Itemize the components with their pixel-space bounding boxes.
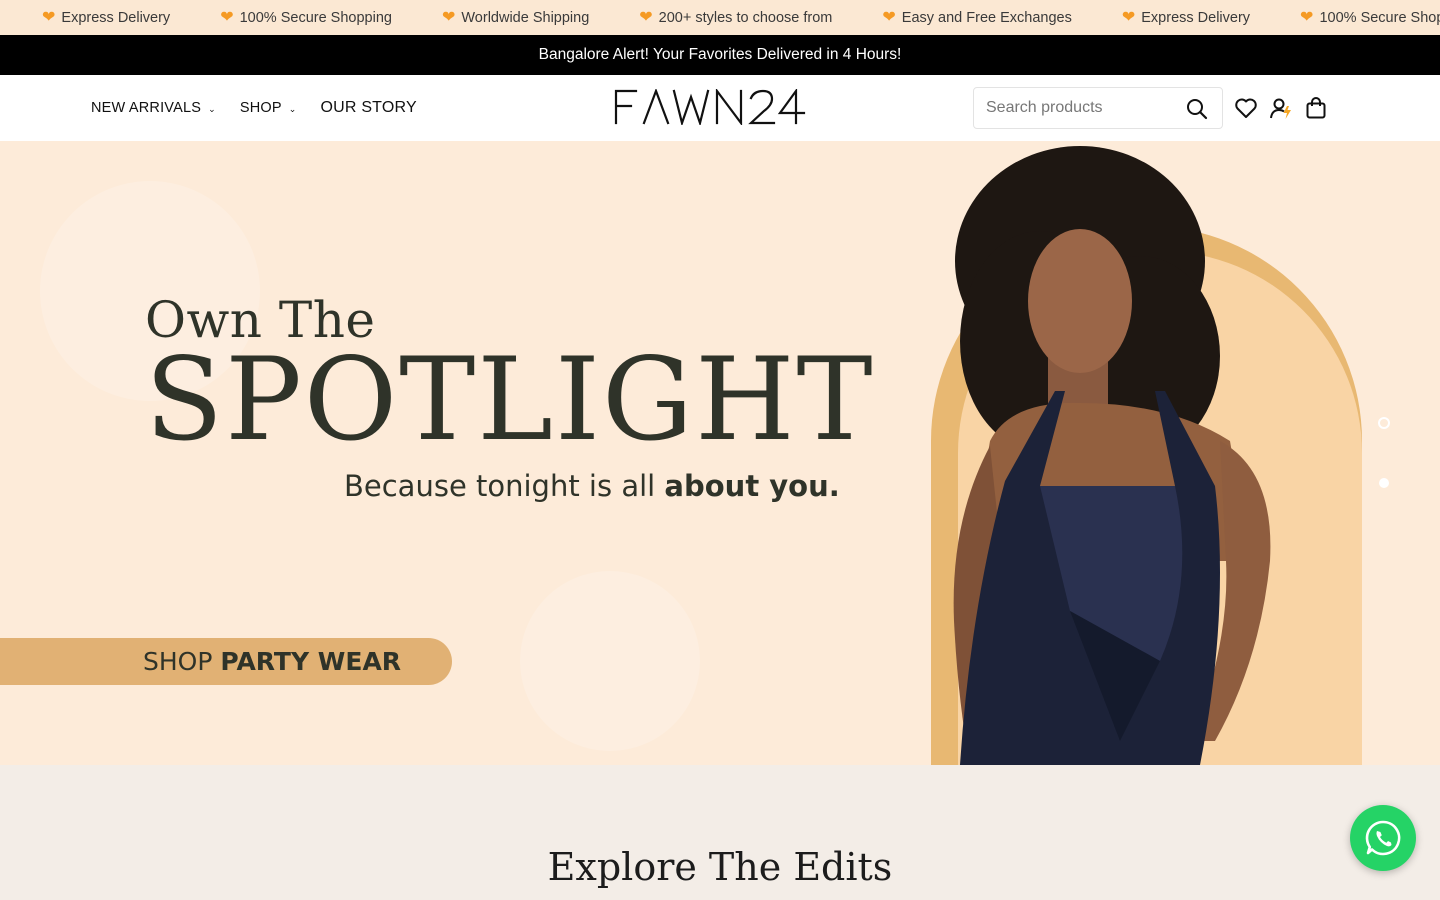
- whatsapp-icon: [1365, 820, 1401, 856]
- wishlist-heart-icon[interactable]: [1234, 96, 1258, 120]
- nav-shop[interactable]: SHOP ⌄: [240, 100, 297, 116]
- site-header: NEW ARRIVALS ⌄ SHOP ⌄ OUR STORY: [0, 75, 1440, 141]
- cart-bag-icon[interactable]: [1304, 96, 1328, 120]
- nav-label: SHOP: [239, 100, 282, 116]
- marquee-item: ❤100% Secure Shopping: [1300, 8, 1440, 26]
- marquee-item: ❤ Worldwide Shipping: [441, 8, 590, 26]
- marquee-item: ❤ Express Delivery: [42, 8, 171, 26]
- brand-logo[interactable]: [614, 87, 826, 127]
- heart-icon: ❤: [1121, 8, 1136, 26]
- heart-icon: ❤: [882, 8, 896, 26]
- carousel-dot-active[interactable]: [1378, 417, 1390, 429]
- marquee-item: ❤ Easy and Free Exchanges: [882, 8, 1072, 26]
- nav-label: OUR STORY: [320, 99, 417, 116]
- chevron-down-icon: ⌄: [208, 103, 216, 114]
- heart-icon: ❤: [1300, 8, 1314, 26]
- marquee-item: ❤100% Secure Shopping: [220, 8, 392, 26]
- nav-our-story[interactable]: OUR STORY: [321, 99, 417, 117]
- heart-icon: ❤: [42, 8, 56, 26]
- nav-label: NEW ARRIVALS: [91, 100, 202, 116]
- marquee-item: ❤ Express Delivery: [1121, 8, 1251, 26]
- hero-subtitle: Because tonight is all about you.: [344, 469, 840, 503]
- whatsapp-button[interactable]: [1350, 805, 1416, 871]
- announcement-text: Bangalore Alert! Your Favorites Delivere…: [538, 46, 902, 63]
- carousel-dot[interactable]: [1379, 478, 1389, 488]
- model-image: [953, 146, 1271, 765]
- marquee-item: ❤ 200+ styles to choose from: [639, 8, 833, 26]
- shop-party-wear-button[interactable]: SHOP PARTY WEAR: [0, 638, 452, 685]
- chevron-down-icon: ⌄: [288, 103, 297, 114]
- account-icon[interactable]: [1269, 96, 1293, 120]
- search-input[interactable]: [974, 99, 1174, 117]
- heart-icon: ❤: [220, 8, 234, 26]
- search-icon[interactable]: [1186, 98, 1208, 120]
- announcement-bar: Bangalore Alert! Your Favorites Delivere…: [0, 35, 1440, 75]
- search-box: [973, 87, 1223, 129]
- heart-icon: ❤: [639, 8, 653, 26]
- explore-section: Explore The Edits: [0, 765, 1440, 900]
- main-nav: NEW ARRIVALS ⌄ SHOP ⌄ OUR STORY: [91, 75, 441, 141]
- background-decoration: [520, 571, 700, 751]
- section-title: Explore The Edits: [547, 845, 893, 889]
- benefits-marquee: ❤ Express Delivery ❤ 100% Secure Shopping …: [0, 0, 1440, 35]
- nav-new-arrivals[interactable]: NEW ARRIVALS ⌄: [91, 100, 216, 116]
- heart-icon: ❤: [441, 8, 456, 26]
- fawn24-logo-mark: [614, 87, 806, 127]
- hero-banner[interactable]: Own The SPOTLIGHT Because tonight is all…: [0, 141, 1440, 765]
- hero-headline: SPOTLIGHT: [145, 333, 875, 466]
